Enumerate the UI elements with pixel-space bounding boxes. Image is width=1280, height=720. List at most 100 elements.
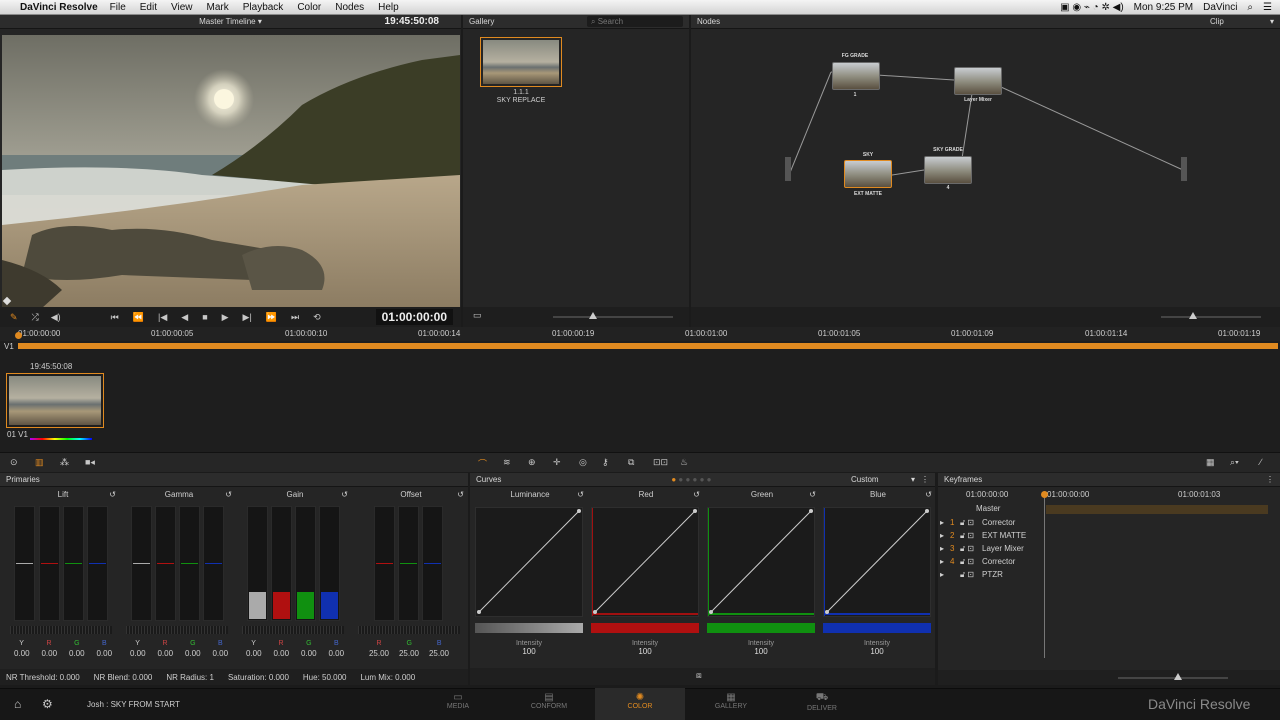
grid-view-icon[interactable]: ▦ bbox=[1206, 457, 1215, 468]
gain-r-bar[interactable] bbox=[271, 506, 292, 621]
play-reverse-icon[interactable]: ◀ bbox=[181, 312, 188, 323]
gamma-reset-icon[interactable]: ↺ bbox=[225, 490, 232, 499]
nr-blend[interactable]: NR Blend: 0.000 bbox=[94, 673, 153, 682]
kf-row-5[interactable]: ▸ 🔓︎ ⊡ PTZR bbox=[940, 568, 1003, 581]
pen-icon[interactable]: ✎ bbox=[10, 312, 18, 323]
saturation[interactable]: Saturation: 0.000 bbox=[228, 673, 289, 682]
gain-b-bar[interactable] bbox=[319, 506, 340, 621]
notification-icon[interactable]: ☰ bbox=[1263, 2, 1272, 13]
fast-forward-icon[interactable]: ⏩ bbox=[266, 312, 277, 323]
stop-icon[interactable]: ■ bbox=[202, 312, 207, 322]
gamma-b-bar[interactable] bbox=[203, 506, 224, 621]
offset-b-bar[interactable] bbox=[422, 506, 443, 621]
timeline-clip-bar[interactable] bbox=[18, 343, 1278, 349]
play-icon[interactable]: ▶ bbox=[222, 312, 229, 323]
offset-g-value[interactable]: 25.00 bbox=[399, 649, 419, 658]
settings-gear-icon[interactable]: ⚙ bbox=[42, 697, 53, 711]
lift-r-bar[interactable] bbox=[39, 506, 60, 621]
keyframes-menu-icon[interactable]: ⋮ bbox=[1266, 475, 1274, 484]
lum-mix[interactable]: Lum Mix: 0.000 bbox=[360, 673, 415, 682]
gallery-still[interactable] bbox=[480, 37, 562, 87]
node-layer-mixer[interactable] bbox=[954, 67, 1002, 95]
gamma-master-wheel[interactable] bbox=[126, 626, 228, 634]
gain-b-value[interactable]: 0.00 bbox=[328, 649, 344, 658]
gamma-b-value[interactable]: 0.00 bbox=[212, 649, 228, 658]
kf-row-3-lock-icon[interactable]: 🔓︎ ⊡ bbox=[960, 544, 982, 554]
gain-reset-icon[interactable]: ↺ bbox=[341, 490, 348, 499]
gamma-g-bar[interactable] bbox=[179, 506, 200, 621]
gamma-r-value[interactable]: 0.00 bbox=[157, 649, 173, 658]
shuffle-icon[interactable]: ⤮ bbox=[32, 312, 39, 323]
effects-icon[interactable]: ♨ bbox=[680, 457, 688, 468]
gallery-album-icon[interactable]: ▭ bbox=[473, 310, 482, 321]
kf-row-3-expand-icon[interactable]: ▸ bbox=[940, 544, 950, 553]
lift-b-bar[interactable] bbox=[87, 506, 108, 621]
kf-row-5-expand-icon[interactable]: ▸ bbox=[940, 570, 950, 579]
camera-raw-icon[interactable]: ⊙ bbox=[10, 457, 18, 468]
node-sky[interactable] bbox=[844, 160, 892, 188]
kf-row-1[interactable]: ▸ 1 🔓︎ ⊡ Corrector bbox=[940, 516, 1015, 529]
blue-reset-icon[interactable]: ↺ bbox=[925, 490, 932, 499]
menu-nodes[interactable]: Nodes bbox=[335, 2, 364, 13]
lift-y-bar[interactable] bbox=[14, 506, 35, 621]
window-icon[interactable]: ⊕ bbox=[528, 457, 536, 468]
menubar-user[interactable]: DaVinci bbox=[1203, 2, 1237, 13]
lift-g-bar[interactable] bbox=[63, 506, 84, 621]
kf-row-5-lock-icon[interactable]: 🔓︎ ⊡ bbox=[960, 570, 982, 580]
lift-r-value[interactable]: 0.00 bbox=[41, 649, 57, 658]
offset-b-value[interactable]: 25.00 bbox=[429, 649, 449, 658]
jump-start-icon[interactable]: ⏮ bbox=[111, 312, 119, 323]
lift-y-value[interactable]: 0.00 bbox=[14, 649, 30, 658]
luminance-intensity-bar[interactable] bbox=[475, 623, 583, 633]
zoom-icon[interactable]: ⌕▾ bbox=[1230, 457, 1239, 468]
tab-media[interactable]: ▭ MEDIA bbox=[413, 688, 503, 720]
key-icon[interactable]: ⚷ bbox=[602, 457, 609, 468]
offset-reset-icon[interactable]: ↺ bbox=[457, 490, 464, 499]
menubar-clock[interactable]: Mon 9:25 PM bbox=[1134, 2, 1193, 13]
rewind-icon[interactable]: ⏪ bbox=[133, 312, 144, 323]
gallery-search-input[interactable]: ⌕ Search bbox=[587, 16, 683, 27]
blur-icon[interactable]: ◎ bbox=[579, 457, 587, 468]
jump-end-icon[interactable]: ⏭ bbox=[291, 312, 299, 323]
qualifier-icon[interactable]: ≋ bbox=[503, 457, 511, 468]
kf-row-4[interactable]: ▸ 4 🔓︎ ⊡ Corrector bbox=[940, 555, 1015, 568]
menu-mark[interactable]: Mark bbox=[207, 2, 229, 13]
menu-playback[interactable]: Playback bbox=[243, 2, 284, 13]
red-reset-icon[interactable]: ↺ bbox=[693, 490, 700, 499]
kf-row-2-expand-icon[interactable]: ▸ bbox=[940, 531, 950, 540]
offset-master-wheel[interactable] bbox=[358, 626, 460, 634]
green-intensity-value[interactable]: 100 bbox=[707, 647, 815, 656]
menu-view[interactable]: View bbox=[171, 2, 193, 13]
nodes-zoom-slider[interactable] bbox=[1161, 316, 1261, 318]
stereo-icon[interactable]: ⊡⊡ bbox=[653, 457, 668, 468]
gain-g-value[interactable]: 0.00 bbox=[301, 649, 317, 658]
luminance-reset-icon[interactable]: ↺ bbox=[577, 490, 584, 499]
node-output-terminal[interactable] bbox=[1181, 157, 1187, 181]
next-frame-icon[interactable]: ▶| bbox=[243, 312, 252, 323]
node-fg-grade[interactable] bbox=[832, 62, 880, 90]
timeline-playhead[interactable] bbox=[15, 332, 22, 339]
offset-r-bar[interactable] bbox=[374, 506, 395, 621]
curves-icon[interactable]: ⌒ bbox=[478, 457, 487, 470]
lift-g-value[interactable]: 0.00 bbox=[69, 649, 85, 658]
menu-help[interactable]: Help bbox=[378, 2, 399, 13]
tab-color[interactable]: ✺ COLOR bbox=[595, 688, 685, 720]
gamma-y-value[interactable]: 0.00 bbox=[130, 649, 146, 658]
nr-radius[interactable]: NR Radius: 1 bbox=[166, 673, 214, 682]
luminance-intensity-value[interactable]: 100 bbox=[475, 647, 583, 656]
curves-link-icon[interactable]: ⧈ bbox=[696, 670, 702, 681]
curves-menu-icon[interactable]: ⋮ bbox=[921, 475, 929, 484]
nr-threshold[interactable]: NR Threshold: 0.000 bbox=[6, 673, 80, 682]
gamma-y-bar[interactable] bbox=[131, 506, 152, 621]
edit-icon[interactable]: ∕ bbox=[1260, 457, 1262, 467]
kf-playhead[interactable] bbox=[1041, 491, 1048, 498]
blue-intensity-bar[interactable] bbox=[823, 623, 931, 633]
prev-frame-icon[interactable]: |◀ bbox=[158, 312, 167, 323]
offset-r-value[interactable]: 25.00 bbox=[369, 649, 389, 658]
tracker-icon[interactable]: ✛ bbox=[553, 457, 561, 468]
lift-master-wheel[interactable] bbox=[10, 626, 112, 634]
green-intensity-bar[interactable] bbox=[707, 623, 815, 633]
menu-color[interactable]: Color bbox=[297, 2, 321, 13]
gallery-zoom-slider[interactable] bbox=[553, 316, 673, 318]
motion-icon[interactable]: ■◂ bbox=[85, 457, 95, 468]
